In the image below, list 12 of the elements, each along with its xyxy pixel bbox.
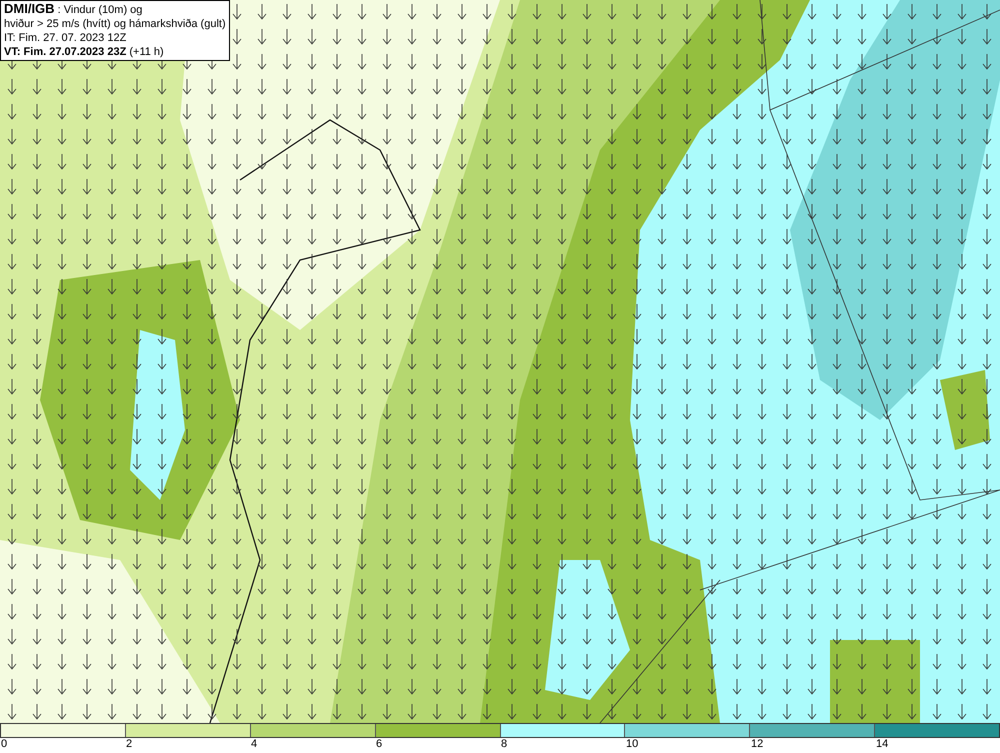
- info-text: DMI/IGB : Vindur (10m) og: [4, 2, 144, 17]
- info-text: VT: Fim. 27.07.2023 23Z (+11 h): [4, 45, 165, 59]
- scale-tick-label: 4: [250, 738, 258, 751]
- info-text: hviður > 25 m/s (hvítt) og hámarkshviða (gult): [4, 17, 226, 31]
- scale-tick-label: 2: [125, 738, 132, 751]
- scale-tick-label: 14: [875, 738, 888, 751]
- scale-tick-label: 10: [625, 738, 638, 751]
- scale-tick-label: 0: [0, 738, 8, 751]
- info-text: IT: Fim. 27. 07. 2023 12Z: [4, 31, 128, 45]
- scale-tick-label: 8: [500, 738, 508, 751]
- scale-tick-label: 6: [375, 738, 382, 751]
- scale-tick-label: 12: [750, 738, 764, 751]
